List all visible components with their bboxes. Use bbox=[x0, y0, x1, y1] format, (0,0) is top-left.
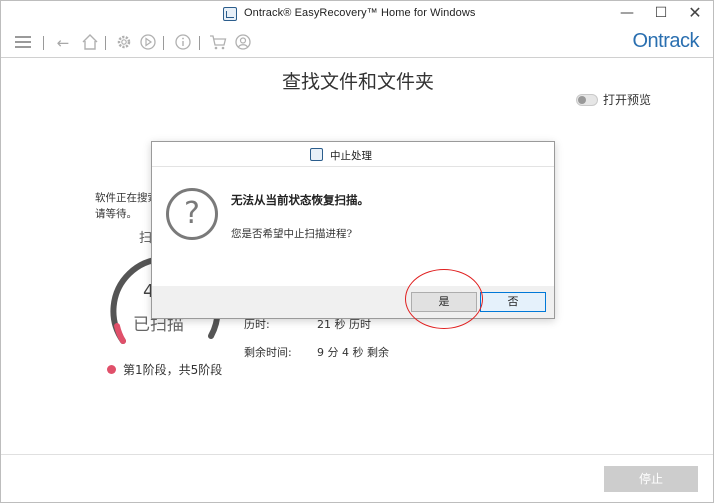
window-title: Ontrack® EasyRecovery™ Home for Windows bbox=[244, 7, 476, 19]
close-button[interactable]: ✕ bbox=[678, 1, 712, 27]
dialog-title-bar: 中止处理 bbox=[152, 142, 554, 167]
account-icon[interactable] bbox=[233, 33, 253, 53]
remaining-label: 剩余时间: bbox=[244, 346, 292, 359]
toolbar: ← Ontrack bbox=[1, 28, 713, 58]
dialog-message: 无法从当前状态恢复扫描。 bbox=[231, 193, 369, 207]
play-icon[interactable] bbox=[138, 33, 158, 53]
no-button[interactable]: 否 bbox=[480, 292, 546, 312]
remaining-value: 9 分 4 秒 剩余 bbox=[317, 346, 389, 359]
preview-label: 打开预览 bbox=[603, 93, 652, 107]
app-window: Ontrack® EasyRecovery™ Home for Windows … bbox=[0, 0, 714, 503]
question-icon: ? bbox=[166, 188, 218, 240]
maximize-button[interactable]: ☐ bbox=[644, 1, 678, 27]
footer-divider bbox=[1, 454, 713, 455]
highlight-circle bbox=[405, 269, 483, 329]
ontrack-logo: Ontrack bbox=[632, 30, 699, 52]
stage-text: 第1阶段，共5阶段 bbox=[123, 363, 223, 377]
dialog-body: ? 无法从当前状态恢复扫描。 您是否希望中止扫描进程? bbox=[152, 167, 554, 286]
remaining-row: 剩余时间: 9 分 4 秒 剩余 bbox=[244, 344, 389, 360]
preview-toggle[interactable]: 打开预览 bbox=[576, 91, 651, 108]
stage-dot bbox=[107, 365, 116, 374]
title-bar: Ontrack® EasyRecovery™ Home for Windows … bbox=[1, 1, 713, 27]
app-logo-icon bbox=[223, 7, 237, 21]
stage-indicator: 第1阶段，共5阶段 bbox=[107, 361, 222, 378]
page-title: 查找文件和文件夹 bbox=[281, 71, 434, 93]
elapsed-label: 历时: bbox=[244, 318, 270, 331]
home-icon[interactable] bbox=[79, 33, 101, 53]
toolbar-separator bbox=[105, 36, 106, 50]
settings-icon[interactable] bbox=[114, 33, 134, 53]
toolbar-separator bbox=[163, 36, 164, 50]
abort-dialog: 中止处理 ? 无法从当前状态恢复扫描。 您是否希望中止扫描进程? 是 否 bbox=[151, 141, 555, 319]
app-logo-icon bbox=[310, 148, 323, 161]
dialog-question: 您是否希望中止扫描进程? bbox=[231, 228, 353, 240]
toggle-switch[interactable] bbox=[576, 93, 598, 106]
cart-icon[interactable] bbox=[208, 33, 228, 53]
toolbar-separator bbox=[43, 36, 44, 50]
dialog-footer: 是 否 bbox=[152, 286, 554, 318]
toolbar-separator bbox=[199, 36, 200, 50]
info-icon[interactable] bbox=[173, 33, 193, 53]
menu-icon[interactable] bbox=[13, 33, 33, 53]
dialog-title: 中止处理 bbox=[330, 150, 372, 162]
back-icon[interactable]: ← bbox=[53, 33, 73, 53]
stop-button[interactable]: 停止 bbox=[604, 466, 698, 492]
minimize-button[interactable]: — bbox=[610, 1, 644, 27]
